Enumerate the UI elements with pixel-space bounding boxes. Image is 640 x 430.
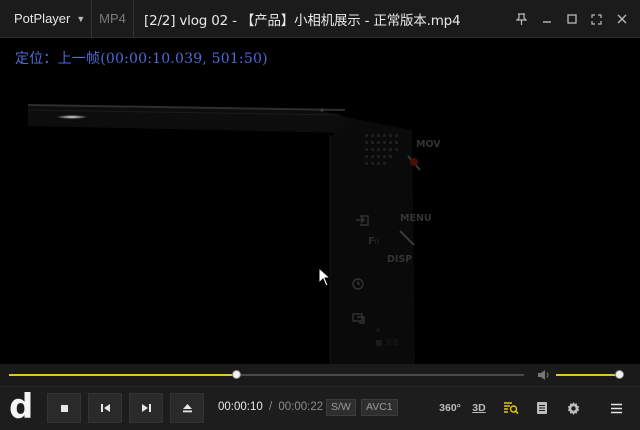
vr-360-button[interactable]: 360° xyxy=(436,395,464,421)
minimize-icon xyxy=(542,21,551,23)
app-menu-button[interactable]: PotPlayer ▼ xyxy=(0,0,92,38)
mode-dial-label: MOV xyxy=(416,139,441,150)
chevron-down-icon: ▼ xyxy=(76,13,86,24)
previous-button[interactable] xyxy=(88,393,122,423)
menu-label: MENU xyxy=(400,213,432,224)
hamburger-menu-icon xyxy=(610,403,622,413)
maximize-button[interactable] xyxy=(559,0,584,38)
playlist-search-icon xyxy=(504,402,519,415)
volume-slider-handle[interactable] xyxy=(614,370,624,379)
video-area[interactable]: F n ■ 3:8 MOV MENU DISP 定位：上一帧(00:00:10.… xyxy=(0,38,640,364)
volume-slider[interactable] xyxy=(556,370,624,379)
svg-text:■ 3:8: ■ 3:8 xyxy=(375,338,398,347)
disp-label: DISP xyxy=(387,254,413,265)
svg-text:n: n xyxy=(374,237,379,246)
stop-button[interactable] xyxy=(47,393,81,423)
control-bar: d 00:00:10 / 00:00:22 S/W AVC1 360° 3D xyxy=(0,386,640,430)
osd-message: 定位：上一帧(00:00:10.039, 501:50) xyxy=(15,51,268,67)
stop-icon xyxy=(60,404,68,412)
fullscreen-button[interactable] xyxy=(584,0,609,38)
chapter-button[interactable] xyxy=(528,395,556,421)
mouse-cursor-icon xyxy=(318,267,332,287)
eject-button[interactable] xyxy=(170,393,204,423)
pin-button[interactable] xyxy=(509,0,534,38)
playlist-search-button[interactable] xyxy=(497,395,525,421)
volume-button[interactable] xyxy=(537,368,551,387)
codec-badge[interactable]: AVC1 xyxy=(361,399,398,416)
time-display[interactable]: 00:00:10 / 00:00:22 xyxy=(218,401,323,413)
volume-slider-fill xyxy=(556,374,619,376)
decoder-badge[interactable]: S/W xyxy=(326,399,356,416)
title-bar: PotPlayer ▼ MP4 [2/2] vlog 02 - 【产品】小相机展… xyxy=(0,0,640,38)
seek-bar-handle[interactable] xyxy=(231,370,241,379)
3d-label: 3D xyxy=(472,402,486,414)
total-duration: 00:00:22 xyxy=(278,401,324,413)
skip-previous-icon xyxy=(100,404,110,412)
next-button[interactable] xyxy=(129,393,163,423)
seekbar-area xyxy=(0,364,640,386)
3d-button[interactable]: 3D xyxy=(465,395,493,421)
pin-icon xyxy=(516,13,527,25)
window-title: [2/2] vlog 02 - 【产品】小相机展示 - 正常版本.mp4 xyxy=(144,12,461,29)
app-name: PotPlayer xyxy=(14,11,71,26)
potplayer-logo[interactable]: d xyxy=(9,388,39,428)
main-menu-button[interactable] xyxy=(602,395,630,421)
minimize-button[interactable] xyxy=(534,0,559,38)
speaker-icon xyxy=(538,370,549,380)
format-label: MP4 xyxy=(92,0,134,38)
current-time: 00:00:10 xyxy=(218,401,263,413)
vr-360-label: 360° xyxy=(439,402,461,414)
video-frame: F n ■ 3:8 xyxy=(27,104,421,364)
close-icon xyxy=(617,14,626,24)
seek-bar[interactable] xyxy=(9,370,524,379)
gear-icon xyxy=(567,401,579,415)
fullscreen-icon xyxy=(591,13,602,25)
seek-bar-fill xyxy=(9,374,236,376)
time-separator: / xyxy=(268,401,273,413)
eject-icon xyxy=(182,404,192,413)
skip-next-icon xyxy=(141,404,151,412)
maximize-icon xyxy=(566,14,577,24)
document-icon xyxy=(537,402,547,414)
window-controls xyxy=(509,0,634,38)
close-button[interactable] xyxy=(609,0,634,38)
settings-button[interactable] xyxy=(559,395,587,421)
